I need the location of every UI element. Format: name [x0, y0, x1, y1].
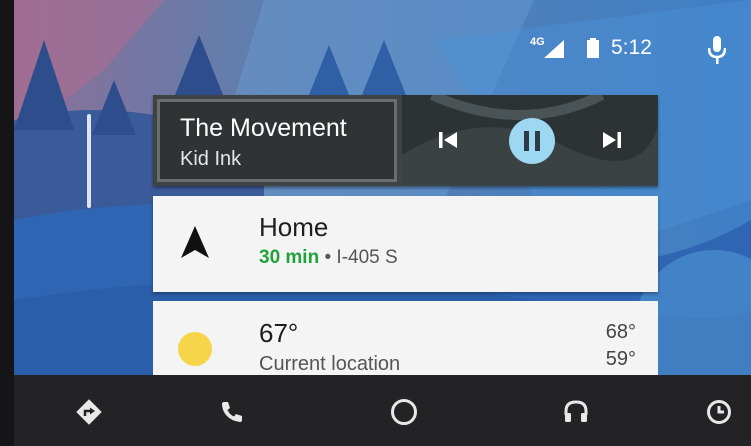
- weather-card[interactable]: 67° Current location 68° 59°: [153, 301, 658, 381]
- home-circle-icon: [391, 399, 417, 425]
- track-artist: Kid Ink: [180, 148, 242, 170]
- track-title: The Movement: [180, 114, 347, 142]
- phone-button[interactable]: [217, 397, 247, 427]
- route-summary: 30 min • I-405 S: [259, 247, 398, 269]
- previous-track-button[interactable]: [431, 123, 465, 157]
- directions-icon: [76, 399, 102, 425]
- clock: 5:12: [611, 36, 652, 59]
- media-card[interactable]: The Movement Kid Ink: [153, 95, 658, 186]
- battery-icon: [587, 38, 599, 58]
- android-auto-screen: 4G 5:12 The Movement Kid Ink Home 30 min…: [14, 0, 751, 446]
- skip-next-icon: [603, 132, 621, 148]
- signal-icon: [544, 40, 564, 58]
- navigation-arrow-icon: [181, 226, 209, 258]
- skip-previous-icon: [439, 132, 457, 148]
- mic-icon[interactable]: [708, 36, 726, 64]
- bezel: [0, 0, 14, 446]
- nav-directions-button[interactable]: [74, 397, 104, 427]
- navigation-card[interactable]: Home 30 min • I-405 S: [153, 196, 658, 292]
- exit-icon: [707, 400, 731, 424]
- weather-location: Current location: [259, 353, 401, 375]
- bottom-nav-bar: [14, 375, 751, 446]
- headphones-icon: [564, 400, 588, 422]
- phone-icon: [222, 402, 242, 422]
- pause-icon: [524, 131, 540, 151]
- exit-button[interactable]: [704, 397, 734, 427]
- home-button[interactable]: [389, 397, 419, 427]
- network-type: 4G: [530, 36, 545, 48]
- low-temperature: 59°: [605, 348, 636, 370]
- next-track-button[interactable]: [595, 123, 629, 157]
- high-temperature: 68°: [605, 321, 636, 343]
- destination-name: Home: [259, 212, 329, 242]
- sun-icon: [178, 332, 212, 366]
- audio-button[interactable]: [561, 397, 591, 427]
- eta: 30 min: [259, 247, 320, 268]
- track-info[interactable]: The Movement Kid Ink: [157, 99, 397, 182]
- play-pause-button[interactable]: [509, 118, 555, 164]
- current-temperature: 67°: [259, 318, 299, 348]
- scroll-indicator: [87, 114, 91, 208]
- route-name: • I-405 S: [319, 247, 398, 268]
